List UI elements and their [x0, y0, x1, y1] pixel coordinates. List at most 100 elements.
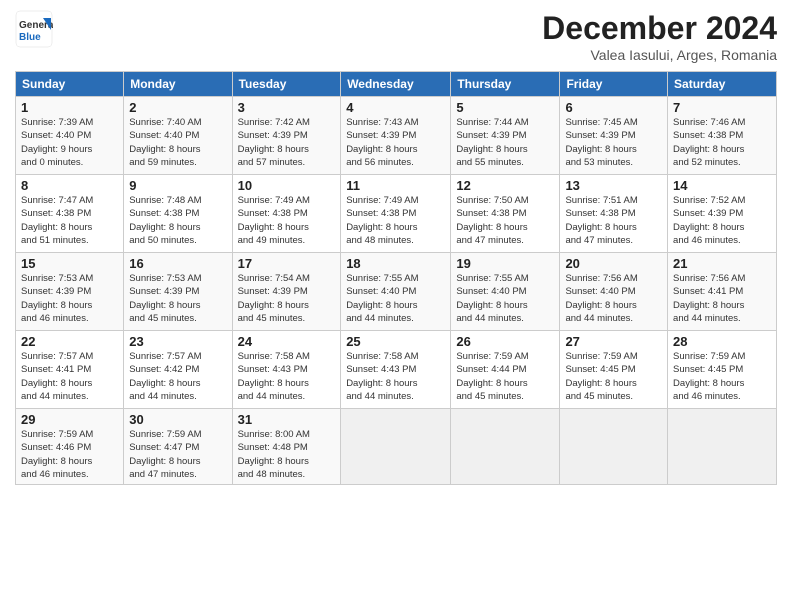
day-number: 1 [21, 100, 118, 115]
calendar-week-4: 22Sunrise: 7:57 AM Sunset: 4:41 PM Dayli… [16, 331, 777, 409]
day-info: Sunrise: 7:58 AM Sunset: 4:43 PM Dayligh… [346, 350, 445, 403]
day-info: Sunrise: 7:59 AM Sunset: 4:47 PM Dayligh… [129, 428, 226, 481]
day-info: Sunrise: 7:55 AM Sunset: 4:40 PM Dayligh… [456, 272, 554, 325]
day-number: 19 [456, 256, 554, 271]
calendar-cell: 12Sunrise: 7:50 AM Sunset: 4:38 PM Dayli… [451, 175, 560, 253]
calendar-cell: 3Sunrise: 7:42 AM Sunset: 4:39 PM Daylig… [232, 97, 341, 175]
day-number: 30 [129, 412, 226, 427]
day-number: 7 [673, 100, 771, 115]
day-number: 10 [238, 178, 336, 193]
calendar-week-3: 15Sunrise: 7:53 AM Sunset: 4:39 PM Dayli… [16, 253, 777, 331]
location: Valea Iasului, Arges, Romania [542, 47, 777, 63]
logo: General Blue [15, 10, 53, 48]
day-info: Sunrise: 7:59 AM Sunset: 4:45 PM Dayligh… [673, 350, 771, 403]
calendar-cell: 19Sunrise: 7:55 AM Sunset: 4:40 PM Dayli… [451, 253, 560, 331]
day-number: 20 [565, 256, 662, 271]
calendar-weekday-sunday: Sunday [16, 72, 124, 97]
day-info: Sunrise: 7:45 AM Sunset: 4:39 PM Dayligh… [565, 116, 662, 169]
day-number: 28 [673, 334, 771, 349]
calendar-cell: 7Sunrise: 7:46 AM Sunset: 4:38 PM Daylig… [668, 97, 777, 175]
day-info: Sunrise: 8:00 AM Sunset: 4:48 PM Dayligh… [238, 428, 336, 481]
calendar-week-2: 8Sunrise: 7:47 AM Sunset: 4:38 PM Daylig… [16, 175, 777, 253]
day-number: 26 [456, 334, 554, 349]
day-number: 13 [565, 178, 662, 193]
day-number: 27 [565, 334, 662, 349]
calendar-cell: 11Sunrise: 7:49 AM Sunset: 4:38 PM Dayli… [341, 175, 451, 253]
calendar-cell: 14Sunrise: 7:52 AM Sunset: 4:39 PM Dayli… [668, 175, 777, 253]
calendar-cell: 25Sunrise: 7:58 AM Sunset: 4:43 PM Dayli… [341, 331, 451, 409]
calendar-weekday-friday: Friday [560, 72, 668, 97]
calendar-cell: 15Sunrise: 7:53 AM Sunset: 4:39 PM Dayli… [16, 253, 124, 331]
calendar-cell: 17Sunrise: 7:54 AM Sunset: 4:39 PM Dayli… [232, 253, 341, 331]
title-block: December 2024 Valea Iasului, Arges, Roma… [542, 10, 777, 63]
svg-text:Blue: Blue [19, 32, 41, 43]
calendar-cell: 8Sunrise: 7:47 AM Sunset: 4:38 PM Daylig… [16, 175, 124, 253]
logo-icon: General Blue [15, 10, 53, 48]
day-info: Sunrise: 7:47 AM Sunset: 4:38 PM Dayligh… [21, 194, 118, 247]
calendar-cell: 13Sunrise: 7:51 AM Sunset: 4:38 PM Dayli… [560, 175, 668, 253]
day-info: Sunrise: 7:55 AM Sunset: 4:40 PM Dayligh… [346, 272, 445, 325]
day-number: 24 [238, 334, 336, 349]
calendar-cell: 5Sunrise: 7:44 AM Sunset: 4:39 PM Daylig… [451, 97, 560, 175]
calendar-cell: 9Sunrise: 7:48 AM Sunset: 4:38 PM Daylig… [124, 175, 232, 253]
day-info: Sunrise: 7:59 AM Sunset: 4:46 PM Dayligh… [21, 428, 118, 481]
day-info: Sunrise: 7:56 AM Sunset: 4:40 PM Dayligh… [565, 272, 662, 325]
day-number: 31 [238, 412, 336, 427]
day-number: 6 [565, 100, 662, 115]
day-info: Sunrise: 7:39 AM Sunset: 4:40 PM Dayligh… [21, 116, 118, 169]
calendar-cell: 24Sunrise: 7:58 AM Sunset: 4:43 PM Dayli… [232, 331, 341, 409]
calendar-week-1: 1Sunrise: 7:39 AM Sunset: 4:40 PM Daylig… [16, 97, 777, 175]
day-number: 29 [21, 412, 118, 427]
calendar-cell: 26Sunrise: 7:59 AM Sunset: 4:44 PM Dayli… [451, 331, 560, 409]
day-info: Sunrise: 7:59 AM Sunset: 4:45 PM Dayligh… [565, 350, 662, 403]
calendar-weekday-thursday: Thursday [451, 72, 560, 97]
day-number: 4 [346, 100, 445, 115]
calendar-cell: 21Sunrise: 7:56 AM Sunset: 4:41 PM Dayli… [668, 253, 777, 331]
day-info: Sunrise: 7:52 AM Sunset: 4:39 PM Dayligh… [673, 194, 771, 247]
calendar-header-row: SundayMondayTuesdayWednesdayThursdayFrid… [16, 72, 777, 97]
calendar-page: General Blue December 2024 Valea Iasului… [0, 0, 792, 612]
day-number: 11 [346, 178, 445, 193]
day-number: 21 [673, 256, 771, 271]
calendar-cell: 18Sunrise: 7:55 AM Sunset: 4:40 PM Dayli… [341, 253, 451, 331]
day-number: 14 [673, 178, 771, 193]
calendar-weekday-saturday: Saturday [668, 72, 777, 97]
calendar-cell: 29Sunrise: 7:59 AM Sunset: 4:46 PM Dayli… [16, 409, 124, 485]
day-info: Sunrise: 7:56 AM Sunset: 4:41 PM Dayligh… [673, 272, 771, 325]
calendar-weekday-monday: Monday [124, 72, 232, 97]
month-title: December 2024 [542, 10, 777, 47]
day-info: Sunrise: 7:49 AM Sunset: 4:38 PM Dayligh… [346, 194, 445, 247]
calendar-cell: 28Sunrise: 7:59 AM Sunset: 4:45 PM Dayli… [668, 331, 777, 409]
day-info: Sunrise: 7:48 AM Sunset: 4:38 PM Dayligh… [129, 194, 226, 247]
day-number: 25 [346, 334, 445, 349]
day-info: Sunrise: 7:49 AM Sunset: 4:38 PM Dayligh… [238, 194, 336, 247]
day-number: 3 [238, 100, 336, 115]
day-info: Sunrise: 7:44 AM Sunset: 4:39 PM Dayligh… [456, 116, 554, 169]
day-number: 16 [129, 256, 226, 271]
calendar-cell: 31Sunrise: 8:00 AM Sunset: 4:48 PM Dayli… [232, 409, 341, 485]
calendar-cell: 27Sunrise: 7:59 AM Sunset: 4:45 PM Dayli… [560, 331, 668, 409]
day-number: 22 [21, 334, 118, 349]
day-info: Sunrise: 7:51 AM Sunset: 4:38 PM Dayligh… [565, 194, 662, 247]
calendar-cell: 2Sunrise: 7:40 AM Sunset: 4:40 PM Daylig… [124, 97, 232, 175]
day-number: 23 [129, 334, 226, 349]
calendar-cell: 16Sunrise: 7:53 AM Sunset: 4:39 PM Dayli… [124, 253, 232, 331]
day-info: Sunrise: 7:46 AM Sunset: 4:38 PM Dayligh… [673, 116, 771, 169]
calendar-cell: 10Sunrise: 7:49 AM Sunset: 4:38 PM Dayli… [232, 175, 341, 253]
day-number: 15 [21, 256, 118, 271]
day-info: Sunrise: 7:57 AM Sunset: 4:42 PM Dayligh… [129, 350, 226, 403]
day-info: Sunrise: 7:43 AM Sunset: 4:39 PM Dayligh… [346, 116, 445, 169]
calendar-cell [560, 409, 668, 485]
day-info: Sunrise: 7:42 AM Sunset: 4:39 PM Dayligh… [238, 116, 336, 169]
calendar-weekday-wednesday: Wednesday [341, 72, 451, 97]
calendar-table: SundayMondayTuesdayWednesdayThursdayFrid… [15, 71, 777, 485]
calendar-weekday-tuesday: Tuesday [232, 72, 341, 97]
calendar-cell: 23Sunrise: 7:57 AM Sunset: 4:42 PM Dayli… [124, 331, 232, 409]
header: General Blue December 2024 Valea Iasului… [15, 10, 777, 63]
day-number: 2 [129, 100, 226, 115]
calendar-cell: 6Sunrise: 7:45 AM Sunset: 4:39 PM Daylig… [560, 97, 668, 175]
day-number: 18 [346, 256, 445, 271]
day-number: 5 [456, 100, 554, 115]
day-info: Sunrise: 7:40 AM Sunset: 4:40 PM Dayligh… [129, 116, 226, 169]
day-number: 8 [21, 178, 118, 193]
